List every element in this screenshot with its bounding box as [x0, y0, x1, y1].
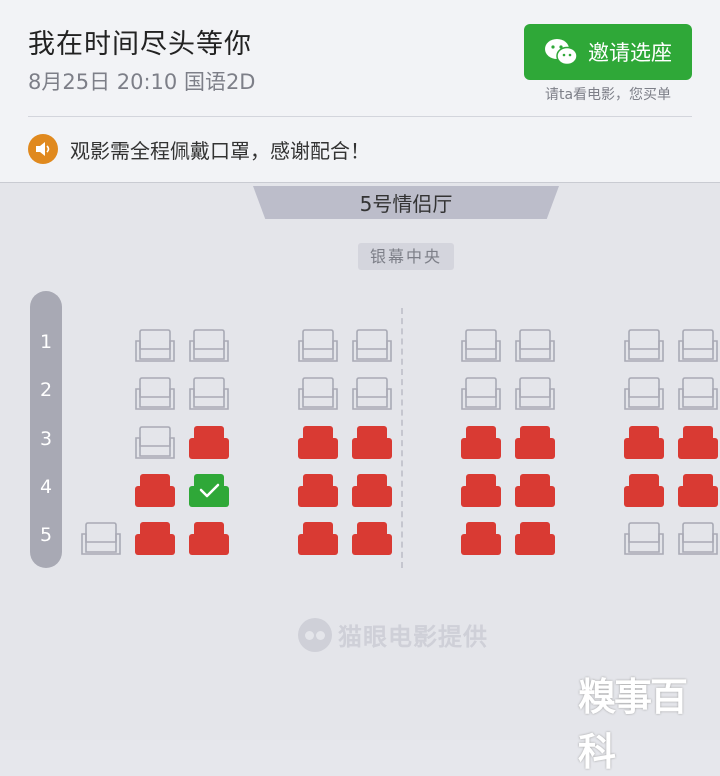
- available-seat[interactable]: [623, 327, 665, 363]
- sold-seat: [460, 424, 502, 460]
- invite-seat-button[interactable]: 邀请选座: [524, 24, 692, 80]
- available-seat[interactable]: [460, 327, 502, 363]
- aisle-divider: [401, 308, 403, 568]
- available-seat[interactable]: [134, 424, 176, 460]
- sold-seat: [188, 424, 230, 460]
- header-divider: [28, 116, 692, 117]
- speaker-icon: [28, 134, 58, 164]
- available-seat[interactable]: [677, 375, 719, 411]
- available-seat[interactable]: [188, 327, 230, 363]
- sold-seat: [297, 520, 339, 556]
- available-seat[interactable]: [297, 327, 339, 363]
- sold-seat: [297, 424, 339, 460]
- available-seat[interactable]: [134, 375, 176, 411]
- available-seat[interactable]: [188, 375, 230, 411]
- available-seat[interactable]: [134, 327, 176, 363]
- hall-name: 5号情侣厅: [253, 186, 559, 219]
- row-number: 3: [39, 428, 53, 450]
- available-seat[interactable]: [460, 375, 502, 411]
- available-seat[interactable]: [623, 520, 665, 556]
- sold-seat: [351, 520, 393, 556]
- row-number: 1: [39, 331, 53, 353]
- available-seat[interactable]: [514, 327, 556, 363]
- watermark: 糗事百科: [578, 675, 688, 774]
- sold-seat: [514, 472, 556, 508]
- invite-seat-label: 邀请选座: [588, 41, 672, 65]
- available-seat[interactable]: [80, 520, 122, 556]
- row-number: 4: [39, 476, 53, 498]
- sold-seat: [677, 424, 719, 460]
- sold-seat: [297, 472, 339, 508]
- sold-seat: [134, 472, 176, 508]
- maoyan-logo-icon: [298, 617, 332, 652]
- row-number: 2: [39, 379, 53, 401]
- sold-seat: [351, 472, 393, 508]
- sold-seat: [134, 520, 176, 556]
- movie-title: 我在时间尽头等你: [28, 29, 252, 60]
- notice-text: 观影需全程佩戴口罩，感谢配合！: [70, 139, 370, 163]
- invite-subtext: 请ta看电影，您买单: [544, 87, 672, 103]
- sold-seat: [623, 424, 665, 460]
- wechat-icon: [545, 39, 578, 66]
- available-seat[interactable]: [623, 375, 665, 411]
- available-seat[interactable]: [677, 520, 719, 556]
- available-seat[interactable]: [297, 375, 339, 411]
- showtime-info: 8月25日 20:10 国语2D: [28, 70, 256, 94]
- row-number: 5: [39, 524, 53, 546]
- sold-seat: [188, 520, 230, 556]
- sold-seat: [460, 472, 502, 508]
- sold-seat: [351, 424, 393, 460]
- sold-seat: [623, 472, 665, 508]
- movie-header: 我在时间尽头等你 8月25日 20:10 国语2D 邀请选座 请ta看电影，您买…: [0, 0, 720, 118]
- sold-seat: [514, 520, 556, 556]
- notice-bar: 观影需全程佩戴口罩，感谢配合！: [0, 118, 720, 183]
- available-seat[interactable]: [351, 375, 393, 411]
- available-seat[interactable]: [514, 375, 556, 411]
- brand-text: 猫眼电影提供: [338, 623, 488, 651]
- available-seat[interactable]: [677, 327, 719, 363]
- maoyan-brand: 猫眼电影提供: [298, 617, 488, 652]
- screen-center-label: 银幕中央: [358, 243, 454, 270]
- sold-seat: [677, 472, 719, 508]
- sold-seat: [460, 520, 502, 556]
- available-seat[interactable]: [351, 327, 393, 363]
- sold-seat: [514, 424, 556, 460]
- selected-seat[interactable]: [188, 472, 230, 508]
